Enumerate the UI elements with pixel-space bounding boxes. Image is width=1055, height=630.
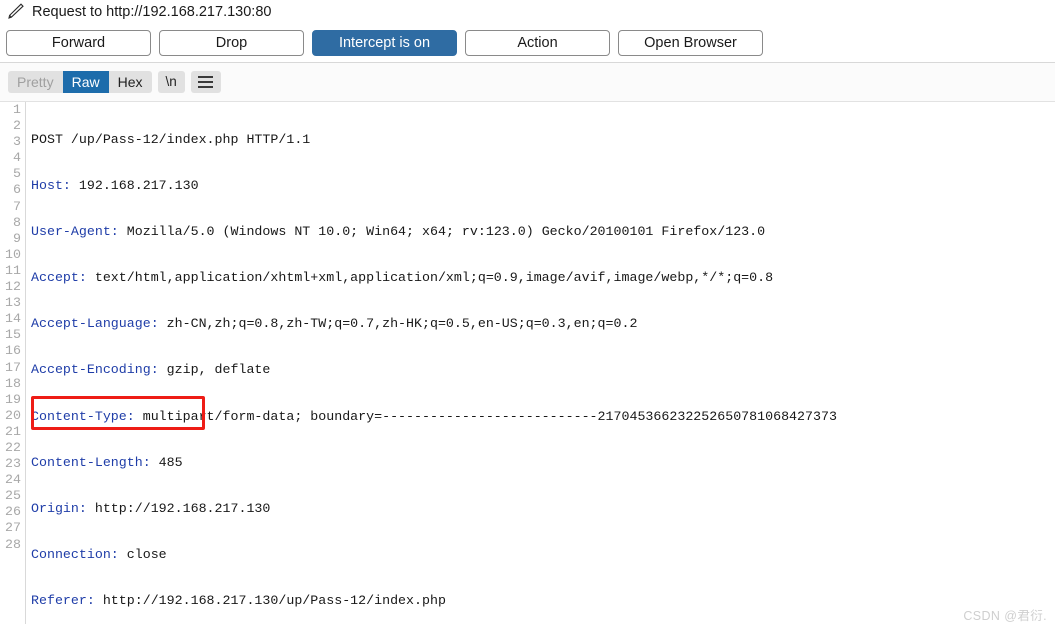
header-name: Accept-Encoding: <box>31 362 159 378</box>
intercept-toggle-button[interactable]: Intercept is on <box>312 30 457 56</box>
line-number: 3 <box>13 134 21 150</box>
drop-button[interactable]: Drop <box>159 30 304 56</box>
line-number: 2 <box>13 118 21 134</box>
window-title: Request to http://192.168.217.130:80 <box>32 3 272 20</box>
request-text[interactable]: POST /up/Pass-12/index.php HTTP/1.1 Host… <box>31 102 1055 624</box>
line-number: 16 <box>5 343 21 359</box>
line-number: 21 <box>5 423 21 439</box>
line-number: 17 <box>5 359 21 375</box>
line-number: 7 <box>13 198 21 214</box>
line-number: 15 <box>5 327 21 343</box>
line-number: 4 <box>13 150 21 166</box>
window-titlebar: Request to http://192.168.217.130:80 <box>0 0 1055 24</box>
line-number: 10 <box>5 246 21 262</box>
header-value: multipart/form-data; boundary=----------… <box>134 408 837 424</box>
code-line-7: Content-Type: multipart/form-data; bound… <box>31 409 1055 425</box>
header-value: 485 <box>150 454 183 470</box>
header-value: text/html,application/xhtml+xml,applicat… <box>86 270 774 286</box>
code-line-11: Referer: http://192.168.217.130/up/Pass-… <box>31 593 1055 609</box>
header-name: Content-Type: <box>31 408 135 424</box>
line-number: 9 <box>13 230 21 246</box>
line-number: 26 <box>5 504 21 520</box>
line-number: 1 <box>13 102 21 117</box>
code-line-10: Connection: close <box>31 547 1055 563</box>
pencil-icon <box>6 3 26 21</box>
menu-bar-1 <box>198 76 214 78</box>
line-number: 28 <box>5 536 21 552</box>
forward-button[interactable]: Forward <box>6 30 151 56</box>
line-number: 12 <box>5 279 21 295</box>
code-line-9: Origin: http://192.168.217.130 <box>31 501 1055 517</box>
header-name: Connection: <box>31 546 119 562</box>
line-number: 18 <box>5 375 21 391</box>
message-view-toolbar: Pretty Raw Hex \n <box>0 63 1055 102</box>
code-line-3: User-Agent: Mozilla/5.0 (Windows NT 10.0… <box>31 224 1055 240</box>
hamburger-menu-icon[interactable] <box>190 71 221 93</box>
line-number: 6 <box>13 182 21 198</box>
watermark: CSDN @君衍. <box>963 609 1047 623</box>
header-name: Referer: <box>31 592 95 608</box>
menu-bar-3 <box>198 86 214 88</box>
code-line-2: Host: 192.168.217.130 <box>31 178 1055 194</box>
header-value: gzip, deflate <box>158 362 271 378</box>
header-name: Host: <box>31 178 71 194</box>
code-line-1: POST /up/Pass-12/index.php HTTP/1.1 <box>31 132 1055 148</box>
line-number: 8 <box>13 214 21 230</box>
header-name: User-Agent: <box>31 224 119 240</box>
menu-bar-2 <box>198 81 214 83</box>
line-number: 13 <box>5 295 21 311</box>
tab-raw[interactable]: Raw <box>62 71 109 93</box>
line-number: 27 <box>5 520 21 536</box>
tab-hex[interactable]: Hex <box>108 71 152 93</box>
tab-pretty[interactable]: Pretty <box>8 71 63 93</box>
code-line-6: Accept-Encoding: gzip, deflate <box>31 362 1055 378</box>
action-button[interactable]: Action <box>465 30 610 56</box>
line-number: 14 <box>5 311 21 327</box>
line-number: 19 <box>5 391 21 407</box>
header-value: 192.168.217.130 <box>70 178 199 194</box>
open-browser-button[interactable]: Open Browser <box>618 30 763 56</box>
line-number: 11 <box>5 262 21 278</box>
header-name: Content-Length: <box>31 454 151 470</box>
line-number: 23 <box>5 456 21 472</box>
header-name: Origin: <box>31 500 87 516</box>
line-number: 25 <box>5 488 21 504</box>
header-value: zh-CN,zh;q=0.8,zh-TW;q=0.7,zh-HK;q=0.5,e… <box>158 316 638 332</box>
line-number: 5 <box>13 166 21 182</box>
header-name: Accept-Language: <box>31 316 159 332</box>
code-text: POST /up/Pass-12/index.php HTTP/1.1 <box>31 132 311 147</box>
code-line-8: Content-Length: 485 <box>31 455 1055 471</box>
line-number-gutter: 1 2 3 4 5 6 7 8 9 10 11 12 13 14 15 16 17 18 19 20 21 22 23 24 2… <box>0 102 26 624</box>
header-value: http://192.168.217.130 <box>86 500 271 516</box>
line-number: 20 <box>5 407 21 423</box>
request-action-toolbar: Forward Drop Intercept is on Action Open… <box>0 24 1055 63</box>
view-mode-tabs: Pretty Raw Hex <box>8 71 152 93</box>
code-line-5: Accept-Language: zh-CN,zh;q=0.8,zh-TW;q=… <box>31 316 1055 332</box>
header-value: http://192.168.217.130/up/Pass-12/index.… <box>94 592 446 608</box>
newline-toggle-button[interactable]: \n <box>157 71 185 93</box>
header-name: Accept: <box>31 270 87 286</box>
raw-request-editor[interactable]: 1 2 3 4 5 6 7 8 9 10 11 12 13 14 15 16 17 18 19 20 21 22 23 24 2… <box>0 102 1055 624</box>
code-line-4: Accept: text/html,application/xhtml+xml,… <box>31 270 1055 286</box>
line-number: 22 <box>5 439 21 455</box>
line-number: 24 <box>5 472 21 488</box>
header-value: close <box>118 546 167 562</box>
header-value: Mozilla/5.0 (Windows NT 10.0; Win64; x64… <box>118 224 766 240</box>
